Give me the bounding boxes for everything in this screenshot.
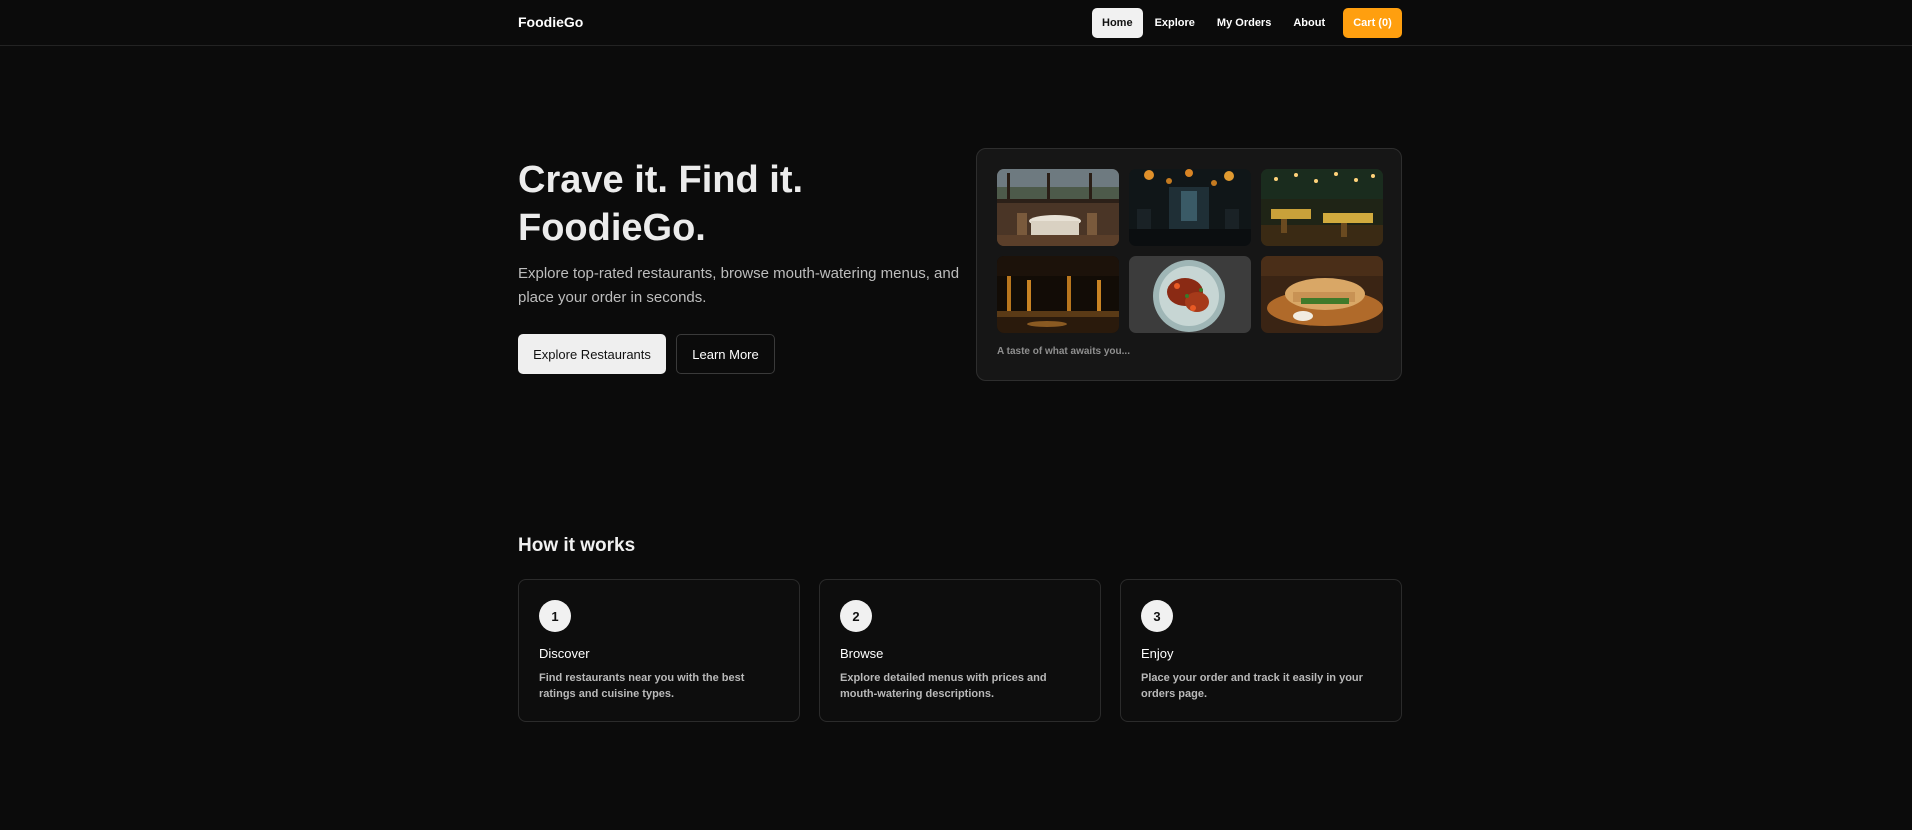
step-card-discover: 1 Discover Find restaurants near you wit… <box>518 579 800 722</box>
step-number-badge: 2 <box>840 600 872 632</box>
step-description: Explore detailed menus with prices and m… <box>840 672 1047 700</box>
cart-button[interactable]: Cart (0) <box>1343 8 1402 38</box>
step-number-badge: 1 <box>539 600 571 632</box>
nav-home[interactable]: Home <box>1092 8 1143 38</box>
nav-explore[interactable]: Explore <box>1145 8 1205 38</box>
sandwich-board-image <box>1261 256 1383 333</box>
main-nav: Home Explore My Orders About <box>1092 8 1337 38</box>
hero-title-line-2: FoodieGo. <box>518 207 706 249</box>
gallery-caption: A taste of what awaits you... <box>997 346 1130 357</box>
step-title: Browse <box>840 646 884 661</box>
nav-my-orders[interactable]: My Orders <box>1207 8 1281 38</box>
step-description: Find restaurants near you with the best … <box>539 672 745 700</box>
step-title: Discover <box>539 646 590 661</box>
top-navbar: FoodieGo Home Explore My Orders About Ca… <box>0 0 1912 46</box>
how-it-works-title: How it works <box>518 535 636 556</box>
grilled-dish-plate-image <box>1129 256 1251 333</box>
nav-about[interactable]: About <box>1283 8 1335 38</box>
hero-title: Crave it. Find it. FoodieGo. <box>518 156 938 252</box>
step-number-badge: 3 <box>1141 600 1173 632</box>
string-lights-dining-room-image <box>1261 169 1383 246</box>
step-description: Place your order and track it easily in … <box>1141 672 1363 700</box>
food-gallery-card: A taste of what awaits you... <box>976 148 1402 381</box>
dim-bar-lanterns-image <box>1129 169 1251 246</box>
step-card-browse: 2 Browse Explore detailed menus with pri… <box>819 579 1101 722</box>
hero-subtitle: Explore top-rated restaurants, browse mo… <box>518 265 960 306</box>
hero-title-line-1: Crave it. Find it. <box>518 159 804 201</box>
night-lounge-bar-image <box>997 256 1119 333</box>
brand-logo[interactable]: FoodieGo <box>518 14 583 30</box>
explore-restaurants-button[interactable]: Explore Restaurants <box>518 334 666 374</box>
step-card-enjoy: 3 Enjoy Place your order and track it ea… <box>1120 579 1402 722</box>
step-title: Enjoy <box>1141 646 1174 661</box>
learn-more-button[interactable]: Learn More <box>676 334 775 374</box>
restaurant-window-view-image <box>997 169 1119 246</box>
